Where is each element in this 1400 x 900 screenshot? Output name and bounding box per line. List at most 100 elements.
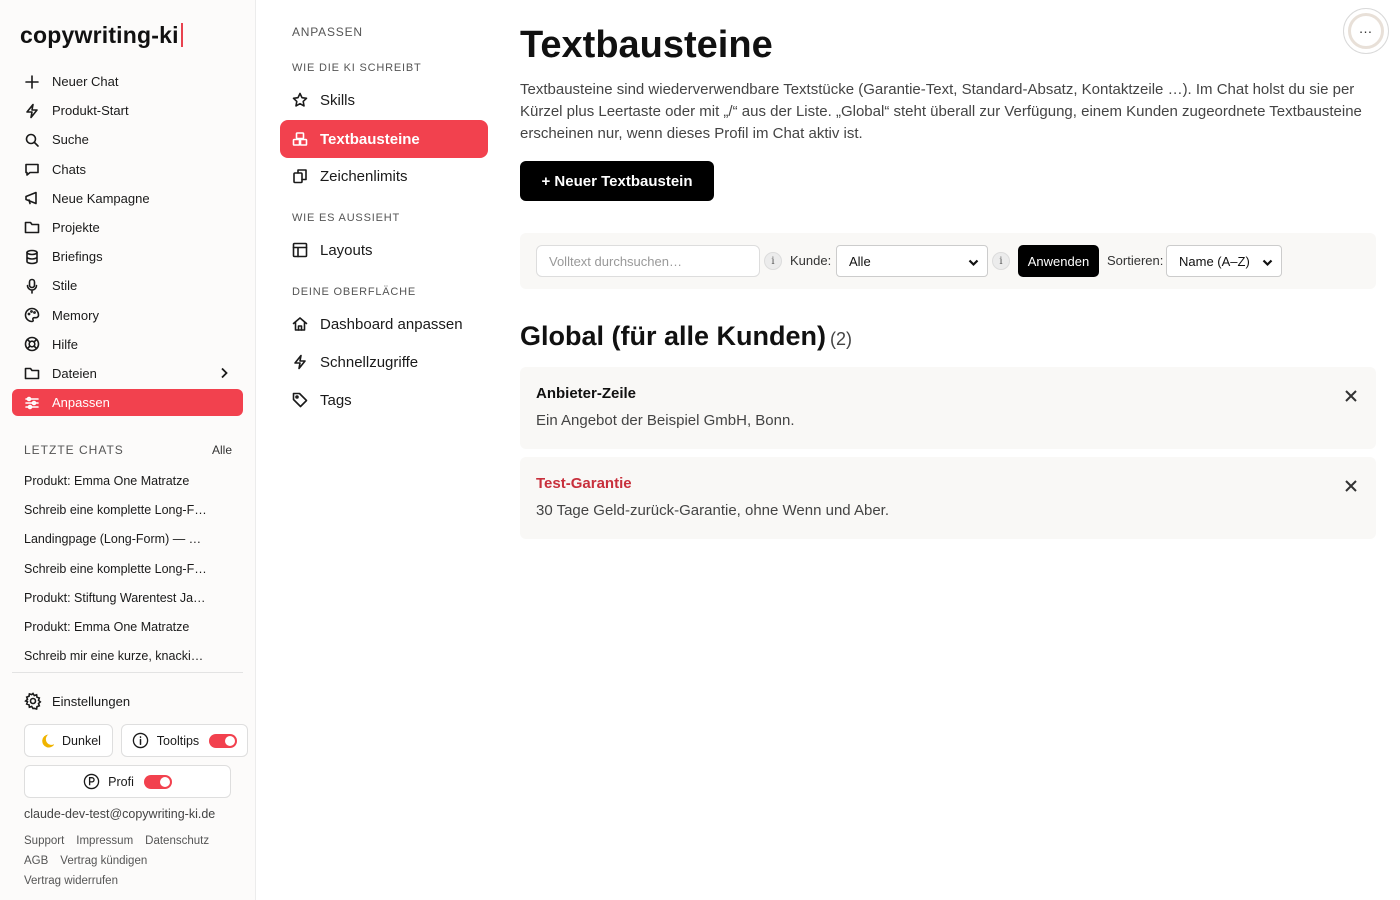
sort-label: Sortieren: <box>1107 253 1164 268</box>
new-textbaustein-button[interactable]: + Neuer Textbaustein <box>520 161 714 201</box>
chevron-right-icon[interactable] <box>217 366 231 383</box>
lifebuoy-icon <box>24 336 40 352</box>
nav-item-dateien[interactable]: Dateien <box>12 360 243 387</box>
footer-link-vertrag-kuendigen[interactable]: Vertrag kündigen <box>60 855 147 867</box>
subnav-section-writing: WIE DIE KI SCHREIBT <box>292 62 422 74</box>
kunde-info-icon[interactable]: i <box>992 252 1010 270</box>
profi-p-icon <box>83 773 100 790</box>
delete-icon[interactable] <box>1344 389 1358 408</box>
plus-icon <box>24 74 40 90</box>
subnav-item-tags[interactable]: Tags <box>280 381 488 419</box>
profi-switch[interactable] <box>143 774 172 789</box>
sidebar: copywriting-ki Neuer Chat Produkt-Start … <box>0 0 256 900</box>
user-email: claude-dev-test@copywriting-ki.de <box>24 807 216 821</box>
nav-label: Dateien <box>52 365 97 381</box>
recent-chat-item[interactable]: Produkt: Stiftung Warentest Ja… <box>24 589 214 618</box>
subnav-label: Skills <box>320 91 356 109</box>
footer-link-agb[interactable]: AGB <box>24 855 48 867</box>
recent-chat-item[interactable]: Schreib eine komplette Long-F… <box>24 560 214 589</box>
dark-mode-button[interactable]: Dunkel <box>24 724 113 757</box>
nav-label: Chats <box>52 161 86 177</box>
textbaustein-card[interactable]: Anbieter-Zeile Ein Angebot der Beispiel … <box>520 367 1376 449</box>
nav-item-neuer-chat[interactable]: Neuer Chat <box>12 68 243 95</box>
info-circle-icon <box>132 732 149 749</box>
dark-mode-label: Dunkel <box>62 733 101 748</box>
subnav-item-layouts[interactable]: Layouts <box>280 231 488 269</box>
chevron-down-icon <box>1262 256 1273 271</box>
page-description: Textbausteine sind wiederverwendbare Tex… <box>520 81 1362 142</box>
subnav-item-textbausteine[interactable]: Textbausteine <box>280 120 488 158</box>
nav-item-neue-kampagne[interactable]: Neue Kampagne <box>12 185 243 212</box>
nav-label: Briefings <box>52 249 103 265</box>
recent-chats-all-link[interactable]: Alle <box>212 443 232 457</box>
textbaustein-name[interactable]: Test-Garantie <box>536 475 632 492</box>
settings-link[interactable]: Einstellungen <box>24 692 130 710</box>
settings-label: Einstellungen <box>52 693 131 709</box>
apply-filter-button[interactable]: Anwenden <box>1018 245 1099 277</box>
delete-icon[interactable] <box>1344 479 1358 498</box>
tooltips-switch[interactable] <box>209 733 238 748</box>
fulltext-search-input[interactable] <box>536 245 760 277</box>
recent-chat-item[interactable]: Schreib eine komplette Long-F… <box>24 501 214 530</box>
page-title: Textbausteine <box>520 24 773 66</box>
kunde-select-value: Alle <box>849 253 871 269</box>
copy-icon <box>292 168 308 184</box>
tooltips-toggle[interactable]: Tooltips <box>121 724 248 757</box>
nav-label: Anpassen <box>52 395 110 411</box>
nav-item-stile[interactable]: Stile <box>12 272 243 299</box>
nav-item-suche[interactable]: Suche <box>12 126 243 153</box>
nav-label: Suche <box>52 132 89 148</box>
nav-label: Hilfe <box>52 336 79 352</box>
nav-item-chats[interactable]: Chats <box>12 156 243 183</box>
kunde-select[interactable]: Alle <box>836 245 988 277</box>
subnav-label: Dashboard anpassen <box>320 315 463 333</box>
footer-link-vertrag-widerrufen[interactable]: Vertrag widerrufen <box>24 875 118 887</box>
logo-cursor <box>180 23 183 47</box>
subnav-section-looks: WIE ES AUSSIEHT <box>292 212 400 224</box>
subnav-item-skills[interactable]: Skills <box>280 81 488 119</box>
star-icon <box>292 92 308 108</box>
app-logo[interactable]: copywriting-ki <box>20 22 183 49</box>
subnav-heading: ANPASSEN <box>292 25 363 39</box>
recent-chats-header: LETZTE CHATS Alle <box>24 443 232 457</box>
textbaustein-name[interactable]: Anbieter-Zeile <box>536 385 636 402</box>
lightning-icon <box>24 103 40 119</box>
nav-item-produkt-start[interactable]: Produkt-Start <box>12 97 243 124</box>
subnav-label: Textbausteine <box>320 130 420 148</box>
nav-item-hilfe[interactable]: Hilfe <box>12 331 243 358</box>
profi-label: Profi <box>108 774 134 789</box>
subnav-item-zeichenlimits[interactable]: Zeichenlimits <box>280 157 488 195</box>
nav-item-briefings[interactable]: Briefings <box>12 243 243 270</box>
recent-chat-item[interactable]: Landingpage (Long-Form) — … <box>24 530 214 559</box>
footer-link-datenschutz[interactable]: Datenschutz <box>145 835 209 847</box>
nav-item-projekte[interactable]: Projekte <box>12 214 243 241</box>
textbaustein-text: Ein Angebot der Beispiel GmbH, Bonn. <box>536 412 795 429</box>
sort-select-value: Name (A–Z) <box>1179 253 1250 269</box>
textbaustein-card[interactable]: Test-Garantie 30 Tage Geld-zurück-Garant… <box>520 457 1376 539</box>
database-icon <box>24 249 40 265</box>
nav-item-anpassen[interactable]: Anpassen <box>12 389 243 417</box>
subnav-section-interface: DEINE OBERFLÄCHE <box>292 286 417 298</box>
nav-item-memory[interactable]: Memory <box>12 302 243 329</box>
subnav-item-schnellzugriffe[interactable]: Schnellzugriffe <box>280 343 488 381</box>
search-info-icon[interactable]: i <box>764 252 782 270</box>
chat-bubble-icon <box>24 161 40 177</box>
moon-icon <box>36 732 55 750</box>
subnav-item-dashboard[interactable]: Dashboard anpassen <box>280 305 488 343</box>
search-icon <box>24 132 40 148</box>
blocks-icon <box>292 131 308 147</box>
footer-link-support[interactable]: Support <box>24 835 64 847</box>
more-dots-icon: … <box>1348 13 1384 49</box>
nav-label: Projekte <box>52 219 100 235</box>
footer-link-impressum[interactable]: Impressum <box>76 835 133 847</box>
gear-icon <box>24 692 42 710</box>
recent-chat-item[interactable]: Produkt: Emma One Matratze <box>24 472 214 501</box>
profi-toggle[interactable]: Profi <box>24 765 231 798</box>
recent-chats-label: LETZTE CHATS <box>24 443 124 457</box>
tooltips-label: Tooltips <box>156 733 200 748</box>
more-options-button[interactable]: … <box>1343 8 1389 54</box>
recent-chat-item[interactable]: Produkt: Emma One Matratze <box>24 618 214 647</box>
textbaustein-text: 30 Tage Geld-zurück-Garantie, ohne Wenn … <box>536 502 890 519</box>
folder-icon <box>24 219 40 235</box>
sort-select[interactable]: Name (A–Z) <box>1166 245 1282 277</box>
